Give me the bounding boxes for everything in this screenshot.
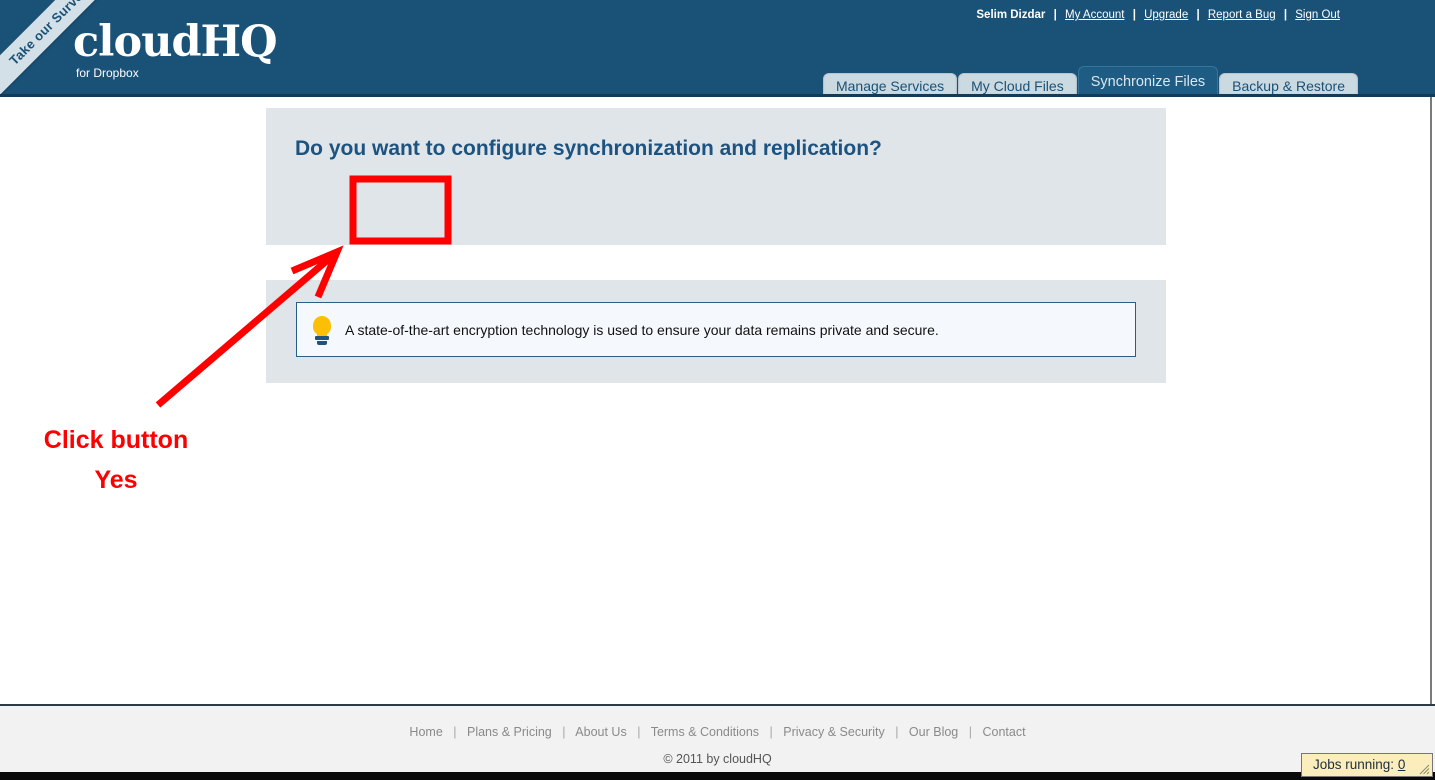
logo-wordmark: cloudHQ — [73, 17, 278, 67]
main-content: Do you want to configure synchronization… — [0, 97, 1435, 704]
page-right-edge — [1430, 97, 1432, 704]
tab-synchronize-files[interactable]: Synchronize Files — [1077, 66, 1219, 97]
jobs-running-badge[interactable]: Jobs running: 0 — [1301, 753, 1433, 777]
footer-separator: | — [637, 725, 641, 739]
nav-separator: | — [1196, 9, 1200, 21]
footer-link-contact[interactable]: Contact — [982, 725, 1025, 739]
site-header: Take our Survey cloudHQ for Dropbox Seli… — [0, 0, 1435, 97]
footer-separator: | — [968, 725, 972, 739]
nav-link-upgrade[interactable]: Upgrade — [1144, 9, 1188, 21]
nav-link-sign-out[interactable]: Sign Out — [1295, 9, 1340, 21]
jobs-running-label: Jobs running: — [1313, 757, 1395, 772]
footer-link-home[interactable]: Home — [409, 725, 442, 739]
question-panel: Do you want to configure synchronization… — [266, 108, 1166, 245]
footer-separator: | — [453, 725, 457, 739]
utility-nav: Selim Dizdar | My Account | Upgrade | Re… — [976, 9, 1340, 21]
footer-link-terms-and-conditions[interactable]: Terms & Conditions — [651, 725, 759, 739]
footer-separator: | — [562, 725, 566, 739]
footer-link-privacy-and-security[interactable]: Privacy & Security — [783, 725, 884, 739]
page-title: Do you want to configure synchronization… — [295, 137, 882, 160]
tab-label: Manage Services — [835, 78, 945, 94]
page-bottom-strip — [0, 772, 1435, 780]
nav-separator: | — [1053, 9, 1057, 21]
jobs-running-count[interactable]: 0 — [1398, 757, 1406, 772]
footer-separator: | — [769, 725, 773, 739]
tip-text: A state-of-the-art encryption technology… — [345, 321, 939, 338]
site-footer: Home | Plans & Pricing | About Us | Term… — [0, 704, 1435, 772]
tip-panel: A state-of-the-art encryption technology… — [266, 280, 1166, 383]
footer-link-our-blog[interactable]: Our Blog — [909, 725, 958, 739]
footer-link-about-us[interactable]: About Us — [575, 725, 626, 739]
nav-separator: | — [1132, 9, 1136, 21]
nav-link-my-account[interactable]: My Account — [1065, 9, 1124, 21]
current-user-name: Selim Dizdar — [976, 9, 1046, 21]
footer-link-list: Home | Plans & Pricing | About Us | Term… — [0, 725, 1435, 739]
copyright-text: © 2011 by cloudHQ — [663, 752, 772, 766]
main-tab-bar: Manage Services My Cloud Files Synchroni… — [822, 63, 1359, 97]
lightbulb-icon — [311, 314, 333, 346]
tab-label: Backup & Restore — [1232, 78, 1345, 94]
nav-link-report-a-bug[interactable]: Report a Bug — [1208, 9, 1276, 21]
tip-box: A state-of-the-art encryption technology… — [296, 302, 1136, 357]
logo-subtitle: for Dropbox — [76, 66, 139, 80]
resize-grip-icon[interactable] — [1419, 764, 1430, 775]
footer-link-plans-and-pricing[interactable]: Plans & Pricing — [467, 725, 552, 739]
site-logo[interactable]: cloudHQ for Dropbox — [73, 17, 278, 80]
tab-label: My Cloud Files — [971, 78, 1064, 94]
footer-separator: | — [895, 725, 899, 739]
nav-separator: | — [1283, 9, 1288, 21]
tab-label: Synchronize Files — [1090, 74, 1206, 90]
